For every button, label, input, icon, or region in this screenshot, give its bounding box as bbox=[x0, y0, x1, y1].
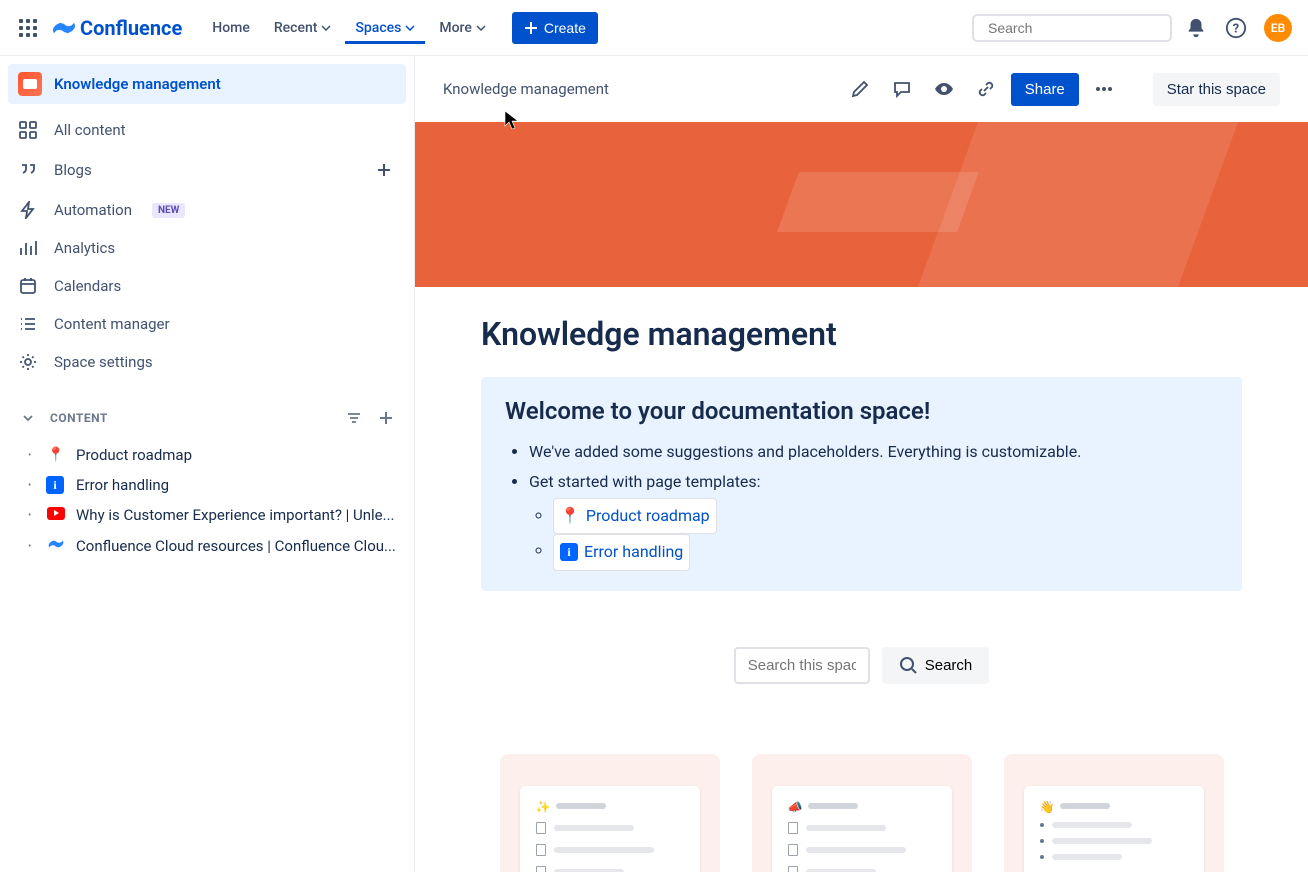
product-name: Confluence bbox=[80, 16, 182, 40]
breadcrumb[interactable]: Knowledge management bbox=[443, 80, 609, 98]
more-actions-icon[interactable] bbox=[1087, 72, 1121, 106]
doc-icon bbox=[788, 844, 798, 856]
space-name: Knowledge management bbox=[54, 75, 221, 93]
sidebar-item-space-settings[interactable]: Space settings bbox=[8, 344, 406, 380]
page-bar: Knowledge management Share Star this spa… bbox=[415, 56, 1308, 122]
pin-icon: 📍 bbox=[46, 447, 66, 463]
template-cards: ✨ 📣 👋 bbox=[481, 754, 1242, 872]
sidebar-item-blogs[interactable]: Blogs bbox=[8, 150, 406, 190]
doc-icon bbox=[536, 822, 546, 834]
info-icon: i bbox=[560, 543, 578, 561]
sparkle-icon: ✨ bbox=[536, 800, 548, 812]
space-icon bbox=[18, 72, 42, 96]
megaphone-icon: 📣 bbox=[788, 800, 800, 812]
smart-link-roadmap[interactable]: 📍Product roadmap bbox=[553, 498, 717, 534]
welcome-panel: Welcome to your documentation space! We'… bbox=[481, 377, 1242, 591]
analytics-icon bbox=[18, 238, 38, 258]
template-card[interactable]: 👋 bbox=[1004, 754, 1224, 872]
space-search-row: Search bbox=[481, 647, 1242, 684]
sidebar-item-analytics[interactable]: Analytics bbox=[8, 230, 406, 266]
nav-more[interactable]: More bbox=[429, 12, 496, 44]
gear-icon bbox=[18, 352, 38, 372]
pin-icon: 📍 bbox=[560, 501, 580, 531]
chevron-down-icon bbox=[476, 23, 486, 33]
collapse-icon[interactable] bbox=[14, 404, 42, 432]
list-icon bbox=[18, 314, 38, 334]
filter-icon[interactable] bbox=[340, 404, 368, 432]
comment-icon[interactable] bbox=[885, 72, 919, 106]
nav-spaces[interactable]: Spaces bbox=[345, 12, 425, 44]
panel-bullet: Get started with page templates: 📍Produc… bbox=[529, 467, 1218, 570]
bullet-icon bbox=[1040, 855, 1044, 859]
info-icon: i bbox=[46, 476, 66, 494]
tree-item-error-handling[interactable]: • i Error handling bbox=[8, 470, 406, 500]
quote-icon bbox=[18, 160, 38, 180]
grid-icon bbox=[18, 120, 38, 140]
space-search-button[interactable]: Search bbox=[882, 647, 990, 684]
bullet-icon bbox=[1040, 839, 1044, 843]
nav-recent[interactable]: Recent bbox=[264, 12, 342, 44]
tree-item-confluence-link[interactable]: • Confluence Cloud resources | Confluenc… bbox=[8, 530, 406, 562]
panel-title: Welcome to your documentation space! bbox=[505, 397, 1218, 425]
sidebar-item-content-manager[interactable]: Content manager bbox=[8, 306, 406, 342]
star-space-button[interactable]: Star this space bbox=[1153, 73, 1280, 106]
link-icon[interactable] bbox=[969, 72, 1003, 106]
share-button[interactable]: Share bbox=[1011, 73, 1079, 106]
bullet-icon bbox=[1040, 823, 1044, 827]
bolt-icon bbox=[18, 200, 38, 220]
template-card[interactable]: 📣 bbox=[752, 754, 972, 872]
add-blog-icon[interactable] bbox=[372, 158, 396, 182]
chevron-down-icon bbox=[321, 23, 331, 33]
search-icon bbox=[899, 656, 917, 674]
notifications-icon[interactable] bbox=[1180, 12, 1212, 44]
add-content-icon[interactable] bbox=[372, 404, 400, 432]
doc-icon bbox=[788, 866, 798, 872]
nav-home[interactable]: Home bbox=[202, 12, 260, 44]
watch-icon[interactable] bbox=[927, 72, 961, 106]
nav-links: Home Recent Spaces More bbox=[202, 12, 496, 44]
new-badge: NEW bbox=[152, 203, 185, 218]
youtube-icon bbox=[46, 507, 66, 524]
calendar-icon bbox=[18, 276, 38, 296]
hero-banner bbox=[415, 122, 1308, 287]
user-avatar[interactable]: EB bbox=[1264, 14, 1292, 42]
search-input[interactable] bbox=[988, 20, 1169, 36]
create-button[interactable]: Create bbox=[512, 12, 598, 44]
edit-icon[interactable] bbox=[843, 72, 877, 106]
doc-icon bbox=[788, 822, 798, 834]
chevron-down-icon bbox=[405, 23, 415, 33]
app-switcher-icon[interactable] bbox=[16, 16, 40, 40]
sidebar: Knowledge management All content Blogs A… bbox=[0, 56, 415, 872]
wave-icon: 👋 bbox=[1040, 800, 1052, 812]
page-title: Knowledge management bbox=[481, 315, 1242, 353]
plus-icon bbox=[524, 21, 538, 35]
confluence-icon bbox=[46, 536, 66, 556]
top-navigation: Confluence Home Recent Spaces More Creat… bbox=[0, 0, 1308, 56]
space-header[interactable]: Knowledge management bbox=[8, 64, 406, 104]
svg-text:?: ? bbox=[1233, 21, 1239, 36]
sidebar-item-all-content[interactable]: All content bbox=[8, 112, 406, 148]
confluence-logo[interactable]: Confluence bbox=[52, 16, 182, 40]
space-search-input[interactable] bbox=[734, 647, 870, 684]
content-section-header: CONTENT bbox=[8, 396, 406, 440]
tree-item-product-roadmap[interactable]: • 📍 Product roadmap bbox=[8, 440, 406, 470]
global-search[interactable] bbox=[972, 14, 1172, 42]
tree-item-youtube-link[interactable]: • Why is Customer Experience important? … bbox=[8, 500, 406, 530]
smart-link-error-handling[interactable]: iError handling bbox=[553, 534, 690, 570]
sidebar-item-automation[interactable]: Automation NEW bbox=[8, 192, 406, 228]
sidebar-item-calendars[interactable]: Calendars bbox=[8, 268, 406, 304]
main-content: Knowledge management Share Star this spa… bbox=[415, 56, 1308, 872]
doc-icon bbox=[536, 844, 546, 856]
help-icon[interactable]: ? bbox=[1220, 12, 1252, 44]
template-card[interactable]: ✨ bbox=[500, 754, 720, 872]
panel-bullet: We've added some suggestions and placeho… bbox=[529, 437, 1218, 467]
doc-icon bbox=[536, 866, 546, 872]
